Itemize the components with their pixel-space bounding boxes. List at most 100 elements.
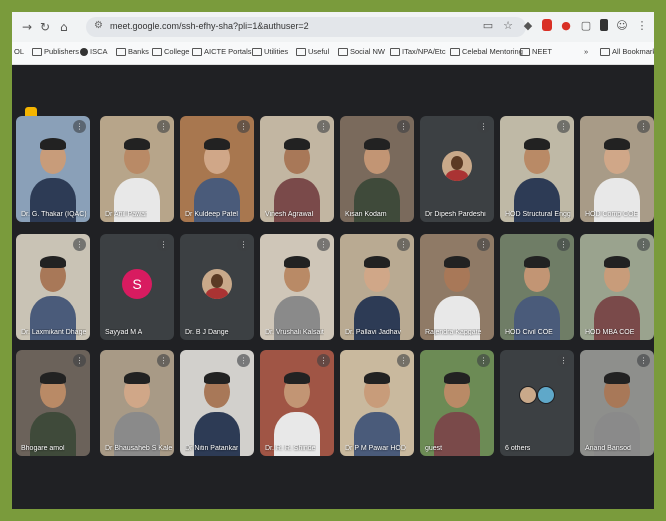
bookmark-itax[interactable]: ITax/NPA/Etc: [390, 47, 446, 56]
forward-icon[interactable]: →: [22, 19, 32, 35]
participant-tile[interactable]: ⋮ HOD Structural Engg: [500, 116, 574, 222]
tile-options-icon[interactable]: ⋮: [477, 120, 490, 133]
home-icon[interactable]: ⌂: [60, 19, 68, 35]
bookmark-celebal[interactable]: Celebal Mentoring: [450, 47, 523, 56]
tile-options-icon[interactable]: ⋮: [73, 354, 86, 367]
reload-icon[interactable]: ↻: [40, 19, 50, 35]
participant-name: HOD Structural Engg: [505, 211, 571, 218]
tile-options-icon[interactable]: ⋮: [73, 238, 86, 251]
participant-tile[interactable]: ⋮ Dr Kuldeep Patel: [180, 116, 254, 222]
tile-options-icon[interactable]: ⋮: [397, 120, 410, 133]
tile-options-icon[interactable]: ⋮: [637, 354, 650, 367]
participant-tile[interactable]: ⋮ Dr Anil Pawar: [100, 116, 174, 222]
bookmark-social-nw[interactable]: Social NW: [338, 47, 385, 56]
bookmark-star-icon[interactable]: ☆: [502, 18, 514, 32]
participant-hair: [364, 138, 390, 150]
avatar: [202, 269, 232, 299]
participant-name: HOD Civil COE: [505, 329, 553, 336]
tile-options-icon[interactable]: ⋮: [317, 354, 330, 367]
bookmark-publishers[interactable]: Publishers: [32, 47, 79, 56]
participant-hair: [40, 138, 66, 150]
folder-icon: [338, 47, 348, 56]
participant-tile[interactable]: ⋮ Dr Dipesh Pardeshi: [420, 116, 494, 222]
participant-tile[interactable]: ⋮ Dr P M Pawar HOD: [340, 350, 414, 456]
participant-tile[interactable]: ⋮ Dr Nitin Patankar: [180, 350, 254, 456]
record-icon[interactable]: ●: [560, 18, 572, 32]
bookmark-aicte[interactable]: AICTE Portals: [192, 47, 252, 56]
participant-name: Dr. Pallavi Jadhav: [345, 329, 402, 336]
bookmark-utilities[interactable]: Utilities: [252, 47, 288, 56]
tile-options-icon[interactable]: ⋮: [317, 238, 330, 251]
tile-options-icon[interactable]: ⋮: [637, 120, 650, 133]
participant-name: HOD MBA COE: [585, 329, 635, 336]
participant-hair: [604, 138, 630, 150]
participant-tile[interactable]: ⋮ HOD Comp COE: [580, 116, 654, 222]
bookmark-neet[interactable]: NEET: [520, 47, 552, 56]
participant-hair: [204, 138, 230, 150]
bookmark-ol[interactable]: OL: [14, 47, 24, 56]
all-bookmarks[interactable]: All Bookmarks: [600, 47, 654, 56]
participant-hair: [204, 372, 230, 384]
tile-options-icon[interactable]: ⋮: [557, 238, 570, 251]
participant-tile[interactable]: ⋮ Dr Bhausaheb S Kale: [100, 350, 174, 456]
tile-options-icon[interactable]: ⋮: [637, 238, 650, 251]
folder-icon: [296, 47, 306, 56]
tab-icon[interactable]: ▢: [580, 18, 592, 32]
cast-icon[interactable]: ▭: [482, 18, 494, 32]
folder-icon: [520, 47, 530, 56]
participant-name: Vinesh Agrawal: [265, 211, 314, 218]
participant-name: Sayyad M A: [105, 329, 143, 336]
menu-icon[interactable]: ⋮: [636, 18, 648, 32]
bookmarks-overflow-icon[interactable]: »: [584, 47, 588, 56]
participant-tile[interactable]: ⋮ Dr. R. R. Shinde: [260, 350, 334, 456]
extension-red-icon[interactable]: [542, 19, 552, 31]
participant-tile[interactable]: ⋮ Dr. B J Dange: [180, 234, 254, 340]
folder-icon: [32, 47, 42, 56]
tile-options-icon[interactable]: ⋮: [237, 238, 250, 251]
tile-options-icon[interactable]: ⋮: [73, 120, 86, 133]
tile-options-icon[interactable]: ⋮: [477, 354, 490, 367]
participant-tile[interactable]: ⋮ Dr. Laxmikant Dhage: [16, 234, 90, 340]
tile-options-icon[interactable]: ⋮: [157, 120, 170, 133]
participant-tile[interactable]: ⋮ Vinesh Agrawal: [260, 116, 334, 222]
participant-tile[interactable]: ⋮ Dr. G. Thakar (IQAC): [16, 116, 90, 222]
participant-name: Kisan Kodam: [345, 211, 387, 218]
url-text[interactable]: meet.google.com/ssh-efhy-sha?pli=1&authu…: [110, 21, 309, 31]
participant-tile[interactable]: ⋮ Dr. Vrushali Kalsait: [260, 234, 334, 340]
participant-hair: [524, 256, 550, 268]
tile-options-icon[interactable]: ⋮: [317, 120, 330, 133]
tile-options-icon[interactable]: ⋮: [557, 120, 570, 133]
participant-tile[interactable]: S ⋮ Sayyad M A: [100, 234, 174, 340]
tile-options-icon[interactable]: ⋮: [397, 238, 410, 251]
tile-options-icon[interactable]: ⋮: [397, 354, 410, 367]
participant-tile[interactable]: ⋮ HOD Civil COE: [500, 234, 574, 340]
sidepanel-icon[interactable]: [600, 19, 608, 31]
participant-tile[interactable]: ⋮ Bhogare amol: [16, 350, 90, 456]
avatar: S: [122, 269, 152, 299]
participant-tile[interactable]: ⋮ guest: [420, 350, 494, 456]
participant-tile[interactable]: ⋮ Kisan Kodam: [340, 116, 414, 222]
profile-icon[interactable]: ☺: [616, 18, 628, 32]
participant-name: Dr P M Pawar HOD: [345, 445, 406, 452]
participant-tile[interactable]: ⋮ HOD MBA COE: [580, 234, 654, 340]
tile-options-icon[interactable]: ⋮: [237, 354, 250, 367]
tile-options-icon[interactable]: ⋮: [237, 120, 250, 133]
bookmark-college[interactable]: College: [152, 47, 189, 56]
participant-hair: [40, 372, 66, 384]
tile-options-icon[interactable]: ⋮: [157, 354, 170, 367]
address-bar[interactable]: ⚙ meet.google.com/ssh-efhy-sha?pli=1&aut…: [86, 17, 526, 37]
bookmark-banks[interactable]: Banks: [116, 47, 149, 56]
participant-hair: [444, 372, 470, 384]
tile-options-icon[interactable]: ⋮: [477, 238, 490, 251]
tile-options-icon[interactable]: ⋮: [557, 354, 570, 367]
extension-icon[interactable]: ◆: [522, 18, 534, 32]
participant-tile[interactable]: ⋮ Anand Bansod: [580, 350, 654, 456]
participant-tile[interactable]: ⋮ Rajendra Kapgate: [420, 234, 494, 340]
site-info-icon[interactable]: ⚙: [94, 20, 103, 31]
participant-tile[interactable]: ⋮ Dr. Pallavi Jadhav: [340, 234, 414, 340]
tile-options-icon[interactable]: ⋮: [157, 238, 170, 251]
participant-tile[interactable]: ⋮ 6 others: [500, 350, 574, 456]
bookmark-useful[interactable]: Useful: [296, 47, 329, 56]
bookmark-isca[interactable]: ISCA: [80, 47, 108, 56]
folder-icon: [116, 47, 126, 56]
